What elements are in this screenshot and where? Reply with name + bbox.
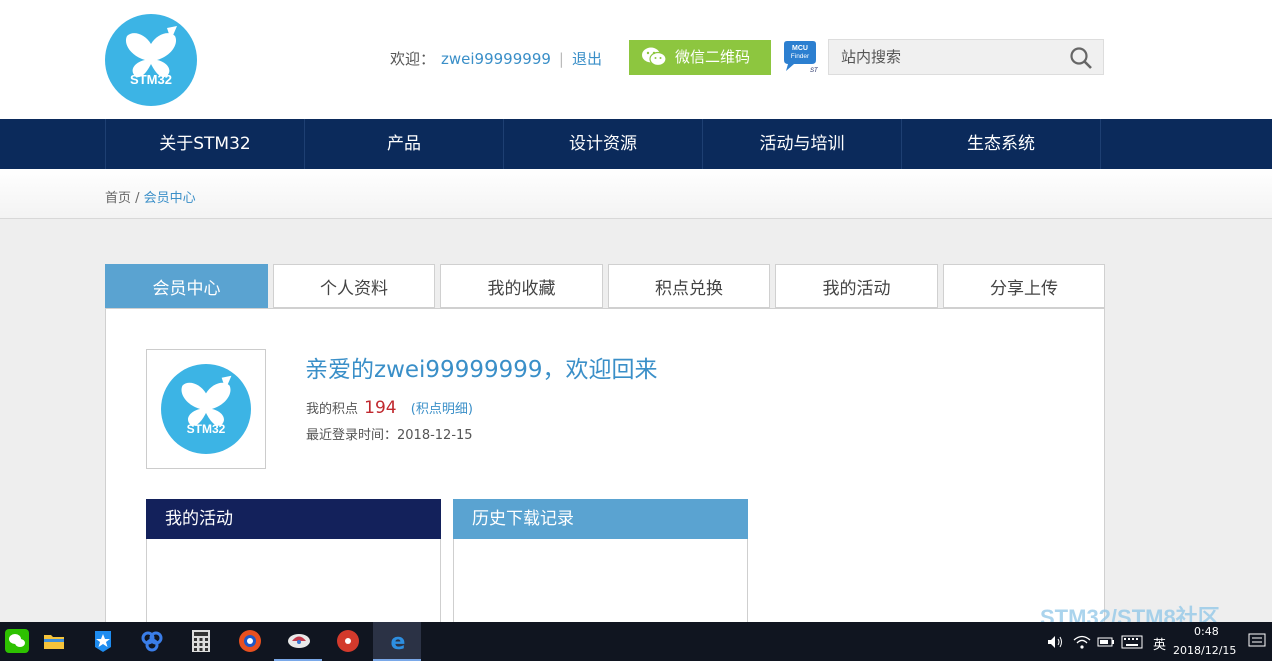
svg-text:MCU: MCU	[792, 45, 808, 52]
browser-icon[interactable]	[225, 622, 273, 661]
logo-text: STM32	[130, 72, 172, 87]
nav-design-resources[interactable]: 设计资源	[503, 119, 702, 169]
points-label: 我的积点	[306, 402, 359, 417]
baidu-netdisk-icon[interactable]	[127, 622, 175, 661]
site-search	[828, 39, 1104, 75]
search-icon[interactable]	[1069, 46, 1093, 70]
taskbar: e 英 0:48 2018/12/15	[0, 622, 1272, 661]
breadcrumb-bar: 首页 / 会员中心	[0, 169, 1272, 219]
separator: |	[558, 50, 564, 68]
svg-text:Finder: Finder	[791, 53, 810, 60]
greeting: 亲爱的zwei99999999，欢迎回来	[305, 357, 658, 383]
svg-text:ST: ST	[810, 68, 818, 74]
tab-member-center[interactable]: 会员中心	[105, 264, 268, 308]
breadcrumb-current[interactable]: 会员中心	[144, 191, 196, 206]
wechat-label: 微信二维码	[675, 48, 751, 66]
calculator-icon[interactable]	[176, 622, 224, 661]
main-nav: 关于STM32 产品 设计资源 活动与培训 生态系统	[0, 119, 1272, 169]
my-activities-title: 我的活动	[146, 499, 441, 539]
tab-profile[interactable]: 个人资料	[273, 264, 435, 308]
keyboard-icon[interactable]	[1121, 635, 1143, 649]
avatar-logo: STM32	[161, 364, 251, 454]
notification-icon[interactable]	[1248, 633, 1266, 649]
butterfly-icon	[125, 26, 177, 78]
clock-date[interactable]: 2018/12/15	[1173, 644, 1236, 657]
app-icon[interactable]	[274, 622, 322, 661]
nav-events-training[interactable]: 活动与培训	[702, 119, 901, 169]
butterfly-icon	[181, 375, 232, 426]
site-header: STM32 欢迎： zwei99999999 | 退出 微信二维码 MCU Finde…	[0, 0, 1272, 119]
clock-time[interactable]: 0:48	[1194, 625, 1219, 638]
security-icon[interactable]	[323, 622, 371, 661]
tab-my-activities[interactable]: 我的活动	[775, 264, 938, 308]
logout-link[interactable]: 退出	[572, 50, 602, 68]
mcu-finder-icon: MCU Finder ST	[784, 41, 819, 74]
welcome-label: 欢迎：	[390, 50, 436, 68]
wechat-icon	[642, 47, 667, 67]
mcu-finder-button[interactable]: MCU Finder ST	[782, 40, 819, 74]
wifi-icon[interactable]	[1073, 634, 1091, 650]
ime-indicator[interactable]: 英	[1153, 634, 1166, 653]
breadcrumb-home[interactable]: 首页	[105, 191, 131, 206]
nav-ecosystem[interactable]: 生态系统	[901, 119, 1101, 169]
tab-favorites[interactable]: 我的收藏	[440, 264, 603, 308]
avatar: STM32	[146, 349, 266, 469]
points-line: 我的积点 194 (积点明细)	[306, 398, 473, 418]
volume-icon[interactable]	[1047, 635, 1065, 649]
last-login: 最近登录时间：2018-12-15	[306, 428, 473, 443]
avatar-logo-text: STM32	[186, 422, 226, 436]
username-link[interactable]: zwei99999999	[441, 50, 551, 68]
tab-share-upload[interactable]: 分享上传	[943, 264, 1105, 308]
tab-points-exchange[interactable]: 积点兑换	[608, 264, 770, 308]
welcome-bar: 欢迎： zwei99999999 | 退出	[390, 48, 602, 69]
app-star-icon[interactable]	[78, 622, 126, 661]
breadcrumb: 首页 / 会员中心	[105, 187, 196, 206]
svg-text:e: e	[391, 630, 406, 653]
breadcrumb-separator: /	[131, 191, 144, 206]
points-detail-link[interactable]: (积点明细)	[411, 402, 473, 417]
wechat-qr-button[interactable]: 微信二维码	[629, 40, 771, 75]
file-explorer-icon[interactable]	[29, 622, 77, 661]
nav-about-stm32[interactable]: 关于STM32	[105, 119, 304, 169]
points-value: 194	[364, 398, 397, 418]
edge-icon[interactable]: e	[373, 622, 421, 661]
download-history-title: 历史下载记录	[453, 499, 748, 539]
battery-icon[interactable]	[1097, 636, 1115, 648]
stm32-logo[interactable]: STM32	[105, 14, 197, 106]
nav-products[interactable]: 产品	[304, 119, 503, 169]
search-input[interactable]	[829, 40, 1059, 74]
